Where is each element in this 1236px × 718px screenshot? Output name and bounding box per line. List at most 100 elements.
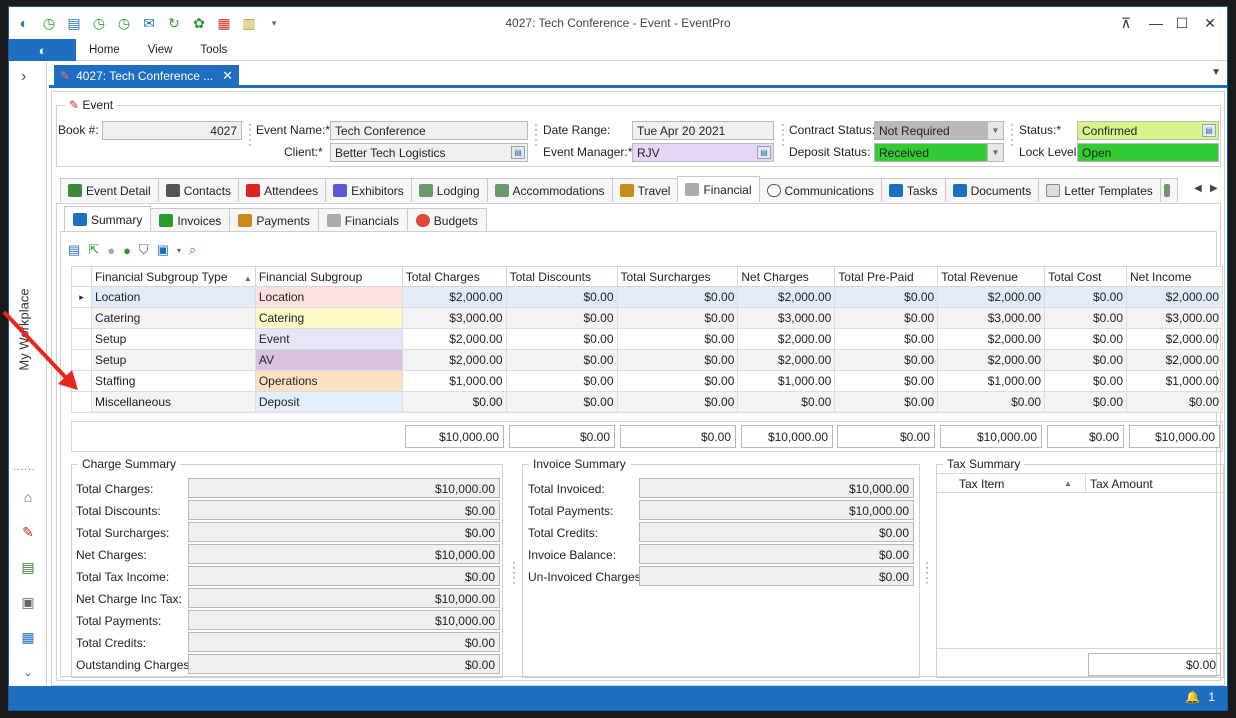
tab-overflow[interactable] [1159,178,1178,202]
ledger-icon[interactable]: ▤ [18,557,38,577]
collapse-icon[interactable]: ● [107,243,115,258]
app-menu-button[interactable]: ◐ [9,39,76,61]
column-header[interactable]: Financial Subgroup Type ▲ [90,266,256,287]
print-dropdown-icon[interactable]: ▾ [177,246,181,255]
column-header[interactable]: Total Charges [401,266,507,287]
status-bar: 🔔 1 [9,686,1227,710]
expand-sidebar-icon[interactable]: › [21,68,26,86]
subtab-summary[interactable]: Summary [64,206,152,232]
table-row[interactable]: Catering Catering $3,000.00 $0.00 $0.00 $3,00… [71,307,1223,329]
tax-item-header[interactable]: Tax Item [959,477,1004,491]
column-header[interactable]: Total Discounts [505,266,618,287]
notifications[interactable]: 🔔 1 [1185,690,1215,704]
amount-cell: $2,000.00 [737,286,836,308]
column-header[interactable]: Total Surcharges [616,266,739,287]
document-tab[interactable]: ✎ 4027: Tech Conference ... ✕ [54,65,239,87]
close-tab-icon[interactable]: ✕ [222,68,233,84]
column-splitter[interactable]: · · · · · [248,118,252,150]
amount-cell: $0.00 [616,391,739,413]
preview-icon[interactable]: ⌕ [189,242,196,258]
tab-communications[interactable]: Communications [758,178,882,202]
exhibitors-icon [333,184,348,197]
column-splitter[interactable]: · · · · · [534,118,538,150]
maximize-button[interactable]: ☐ [1167,11,1197,35]
total-charges-footer: $10,000.00 [405,425,504,448]
table-row[interactable]: ▸ Location Location $2,000.00 $0.00 $0.00 $2,0… [71,286,1223,308]
subtab-invoices[interactable]: Invoices [150,208,231,232]
summary-value-field: $10,000.00 [188,478,500,498]
summary-label: Net Charges: [76,548,147,562]
client-lookup-icon[interactable]: ▤ [511,146,525,159]
chevron-down-icon[interactable]: ▼ [987,144,1003,161]
event-name-label: Event Name:* [256,123,331,137]
tab-event-detail[interactable]: Event Detail [60,178,159,202]
table-row[interactable]: Setup Event $2,000.00 $0.00 $0.00 $2,000.00 $0… [71,328,1223,350]
status-field[interactable]: Confirmed ▤ [1077,121,1219,140]
date-range-field[interactable]: Tue Apr 20 2021 [632,121,774,140]
total-revenue-footer: $10,000.00 [940,425,1042,448]
contacts-icon[interactable]: ▦ [18,627,38,647]
sidebar-splitter[interactable]: ...... [13,462,36,473]
scroll-down-icon[interactable]: ⌄ [18,662,38,682]
tab-tasks[interactable]: Tasks [880,178,946,202]
column-header[interactable]: Total Revenue [937,266,1046,287]
close-button[interactable]: ✕ [1195,11,1225,35]
table-row[interactable]: Miscellaneous Deposit $0.00 $0.00 $0.00 $0.00… [71,391,1223,413]
panel-splitter[interactable]: · · · · · [925,556,929,588]
panel-splitter[interactable]: · · · · · [512,556,516,588]
summary-value-field: $0.00 [188,500,500,520]
table-row[interactable]: Setup AV $2,000.00 $0.00 $0.00 $2,000.00 $0.00… [71,349,1223,371]
export-icon[interactable]: ⇱ [88,242,99,258]
tab-list-dropdown-icon[interactable]: ▼ [1211,67,1221,78]
tab-lodging[interactable]: Lodging [410,178,488,202]
tab-financial[interactable]: Financial [677,176,760,202]
tab-scroll-right-icon[interactable]: ▶ [1210,183,1218,194]
column-header[interactable]: Financial Subgroup [254,266,403,287]
tab-attendees[interactable]: Attendees [238,178,327,202]
table-row[interactable]: Staffing Operations $1,000.00 $0.00 $0.00 $1,… [71,370,1223,392]
tab-scroll-left-icon[interactable]: ◀ [1194,183,1202,194]
amount-cell: $3,000.00 [1126,307,1223,329]
menu-view[interactable]: View [148,44,173,56]
venue-icon[interactable]: ▣ [18,592,38,612]
event-name-field[interactable]: Tech Conference [330,121,528,140]
column-splitter[interactable]: · · · · · [781,118,785,150]
tab-contacts[interactable]: Contacts [157,178,240,202]
client-field[interactable]: Better Tech Logistics ▤ [330,143,528,162]
home-icon[interactable]: ⌂ [18,487,38,507]
pin-icon[interactable]: ✎ [18,522,38,542]
tab-exhibitors[interactable]: Exhibitors [325,178,412,202]
filter-icon[interactable]: ⛉ [139,242,149,258]
chevron-down-icon[interactable]: ▼ [987,122,1003,139]
expand-icon[interactable]: ● [123,243,131,258]
contract-status-select[interactable]: Not Required ▼ [874,121,1004,140]
tab-documents[interactable]: Documents [944,178,1040,202]
column-header[interactable]: Total Cost [1044,266,1128,287]
invoices-icon [159,214,174,227]
print-icon[interactable]: ▣ [157,242,169,258]
column-header[interactable]: Net Charges [737,266,836,287]
subtab-financials[interactable]: Financials [317,208,408,232]
column-header[interactable]: Total Pre-Paid [834,266,939,287]
subtab-payments[interactable]: Payments [229,208,319,232]
save-layout-icon[interactable]: ▤ [68,242,80,258]
deposit-status-select[interactable]: Received ▼ [874,143,1004,162]
menu-tools[interactable]: Tools [200,44,227,56]
menu-home[interactable]: Home [89,44,120,56]
tab-letter-templates[interactable]: Letter Templates [1038,178,1161,202]
tab-accommodations[interactable]: Accommodations [486,178,613,202]
tab-travel[interactable]: Travel [611,178,679,202]
column-splitter[interactable]: · · · · · [1010,118,1014,150]
subgroup-cell: Operations [254,370,403,392]
book-number-field[interactable]: 4027 [102,121,242,140]
lock-level-field[interactable]: Open [1077,143,1219,162]
manager-lookup-icon[interactable]: ▤ [757,146,771,159]
date-range-label: Date Range: [543,123,611,137]
tax-amount-header[interactable]: Tax Amount [1090,477,1153,491]
row-indicator[interactable]: ▸ [71,286,92,308]
status-lookup-icon[interactable]: ▤ [1202,124,1216,137]
pin-window-button[interactable]: ⊼ [1111,11,1141,35]
subtab-budgets[interactable]: Budgets [406,208,487,232]
column-header[interactable]: Net Income [1126,266,1223,287]
event-manager-field[interactable]: RJV ▤ [632,143,774,162]
